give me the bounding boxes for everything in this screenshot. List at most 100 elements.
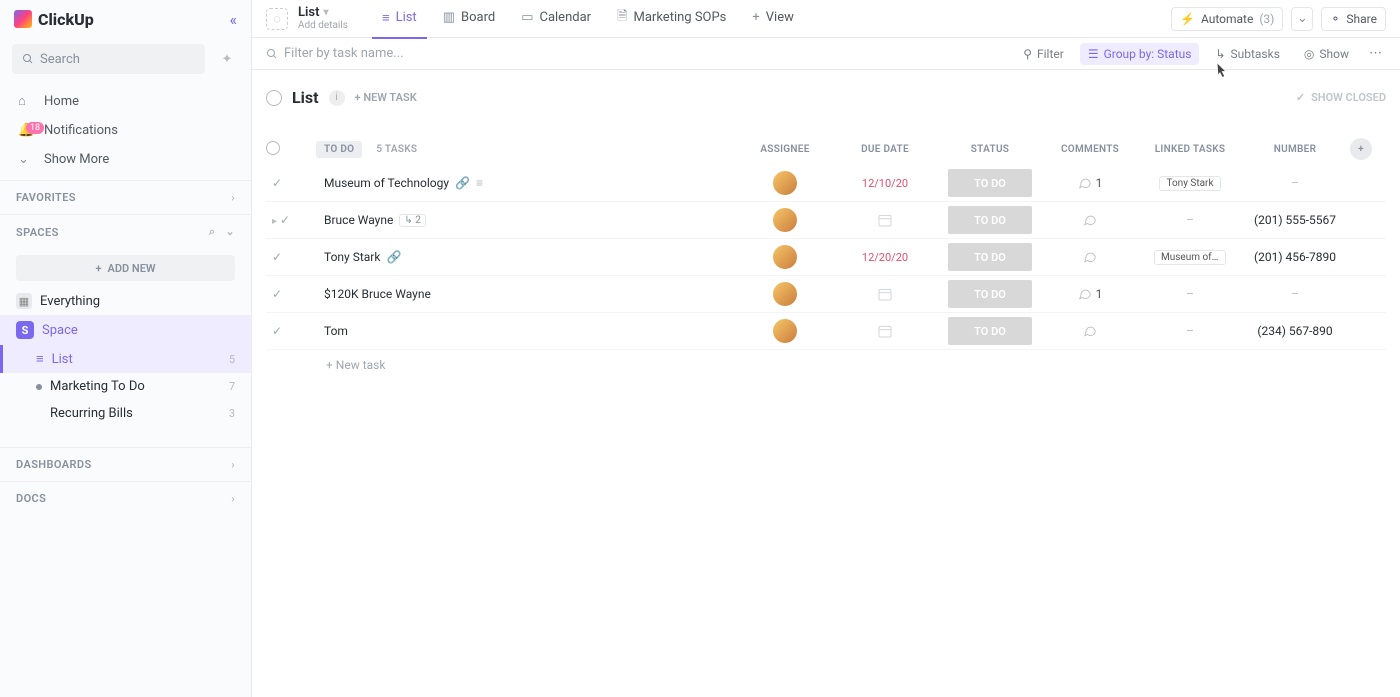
show-button[interactable]: ◎ Show [1296, 43, 1357, 65]
add-column-button[interactable]: + [1350, 138, 1372, 160]
comments-cell[interactable]: 1 [1078, 287, 1103, 301]
col-linked[interactable]: LINKED TASKS [1140, 140, 1240, 159]
group-header: List i + NEW TASK ✓ SHOW CLOSED [266, 88, 1386, 107]
task-table: TO DO 5 TASKS ASSIGNEE DUE DATE STATUS C… [266, 133, 1386, 372]
collapse-sidebar-button[interactable]: « [229, 10, 237, 29]
due-date-empty[interactable] [877, 212, 893, 228]
link-icon[interactable]: 🔗 [455, 176, 470, 190]
task-name: Tom [312, 324, 348, 338]
col-duedate[interactable]: DUE DATE [830, 140, 940, 159]
check-icon[interactable]: ✓ [272, 324, 282, 338]
table-row[interactable]: ✓TomTO DO–(234) 567-890 [266, 313, 1386, 350]
linked-tag[interactable]: Tony Stark [1159, 176, 1220, 191]
linked-tag[interactable]: Museum of ... [1154, 250, 1226, 265]
filter-button[interactable]: ⚲ Filter [1015, 43, 1072, 65]
tab-marketing-sops[interactable]: 🗎 Marketing SOPs [607, 0, 736, 39]
link-icon[interactable]: 🔗 [386, 250, 401, 264]
page-title[interactable]: List ▾ [298, 6, 348, 20]
number-cell: (201) 456-7890 [1254, 250, 1336, 264]
dashboards-label: DASHBOARDS [16, 458, 92, 471]
show-closed-button[interactable]: ✓ SHOW CLOSED [1296, 91, 1386, 104]
collapse-group-icon[interactable] [266, 90, 282, 106]
list-item-marketing[interactable]: Marketing To Do 7 [0, 373, 251, 400]
status-cell[interactable]: TO DO [948, 206, 1032, 234]
description-icon[interactable]: ≡ [476, 176, 483, 190]
due-date[interactable]: 12/10/20 [862, 177, 908, 190]
list-label-2: Recurring Bills [50, 406, 221, 421]
filter-input[interactable]: Filter by task name... [266, 46, 1007, 61]
col-number[interactable]: NUMBER [1240, 140, 1350, 159]
check-icon[interactable]: ✓ [280, 213, 290, 227]
brand-logo[interactable]: ClickUp [14, 10, 94, 29]
tab-list[interactable]: ≡ List [372, 0, 427, 39]
search-spaces-icon[interactable]: ⌕ [209, 225, 216, 239]
status-cell[interactable]: TO DO [948, 280, 1032, 308]
everything-item[interactable]: ▦ Everything [0, 287, 251, 315]
col-comments[interactable]: COMMENTS [1040, 140, 1140, 159]
list-item-recurring[interactable]: Recurring Bills 3 [0, 400, 251, 427]
status-group-label[interactable]: TO DO [316, 141, 362, 158]
avatar[interactable] [773, 282, 797, 306]
list-item-list[interactable]: ≡ List 5 [0, 345, 251, 373]
eye-icon: ◎ [1304, 47, 1314, 61]
favorites-section[interactable]: FAVORITES › [0, 180, 251, 214]
comments-cell[interactable] [1083, 213, 1097, 227]
table-row[interactable]: ✓Museum of Technology 🔗 ≡12/10/20TO DO1T… [266, 165, 1386, 202]
main-area: ◌ List ▾ Add details ≡ List ▥ Board ▭ [252, 0, 1400, 697]
automate-dropdown[interactable]: ⌄ [1291, 7, 1313, 31]
table-row[interactable]: ✓$120K Bruce WayneTO DO1–– [266, 276, 1386, 313]
search-input[interactable]: Search [12, 44, 205, 74]
add-new-button[interactable]: + ADD NEW [16, 255, 235, 281]
avatar[interactable] [773, 171, 797, 195]
list-count-1: 7 [229, 380, 235, 393]
table-row[interactable]: ▸ ✓Bruce Wayne ↳ 2TO DO–(201) 555-5567 [266, 202, 1386, 239]
subtitle-text[interactable]: Add details [298, 20, 348, 31]
col-assignee[interactable]: ASSIGNEE [740, 140, 830, 159]
status-cell[interactable]: TO DO [948, 317, 1032, 345]
spaces-label: SPACES [16, 226, 59, 239]
info-icon[interactable]: i [329, 90, 345, 106]
list-status-icon[interactable]: ◌ [266, 8, 288, 30]
check-icon[interactable]: ✓ [272, 176, 282, 190]
expand-icon[interactable]: ▸ [272, 216, 277, 227]
tab-add-view[interactable]: + View [742, 0, 804, 39]
due-date[interactable]: 12/20/20 [862, 251, 908, 264]
bolt-icon: ⚡ [1180, 12, 1195, 26]
docs-label: DOCS [16, 492, 46, 505]
status-cell[interactable]: TO DO [948, 243, 1032, 271]
due-date-empty[interactable] [877, 323, 893, 339]
chevron-down-icon[interactable]: ⌄ [225, 225, 235, 239]
automate-button[interactable]: ⚡ Automate (3) [1171, 7, 1283, 31]
docs-section[interactable]: DOCS › [0, 481, 251, 515]
table-row[interactable]: ✓Tony Stark 🔗12/20/20TO DOMuseum of ...(… [266, 239, 1386, 276]
avatar[interactable] [773, 245, 797, 269]
space-item[interactable]: S Space [0, 315, 251, 345]
select-all[interactable] [266, 141, 280, 155]
new-task-row[interactable]: + New task [266, 350, 1386, 372]
nav-notifications[interactable]: 🔔 18 Notifications [0, 116, 251, 145]
new-task-button[interactable]: + NEW TASK [355, 91, 417, 104]
nav-show-more[interactable]: ⌄ Show More [0, 145, 251, 174]
subtasks-button[interactable]: ↳ Subtasks [1207, 43, 1287, 65]
avatar[interactable] [773, 319, 797, 343]
status-cell[interactable]: TO DO [948, 169, 1032, 197]
linked-empty: – [1186, 213, 1194, 227]
check-icon[interactable]: ✓ [272, 287, 282, 301]
dashboards-section[interactable]: DASHBOARDS › [0, 447, 251, 481]
more-button[interactable]: ⋯ [1365, 46, 1386, 61]
due-date-empty[interactable] [877, 286, 893, 302]
comments-cell[interactable]: 1 [1078, 176, 1103, 190]
groupby-button[interactable]: ☰ Group by: Status [1080, 43, 1200, 65]
tab-calendar[interactable]: ▭ Calendar [511, 0, 601, 39]
share-button[interactable]: ⚬ Share [1321, 7, 1386, 31]
check-icon[interactable]: ✓ [272, 250, 282, 264]
nav-show-more-label: Show More [44, 152, 109, 167]
nav-home[interactable]: ⌂ Home [0, 86, 251, 116]
comments-cell[interactable] [1083, 250, 1097, 264]
avatar[interactable] [773, 208, 797, 232]
comments-cell[interactable] [1083, 324, 1097, 338]
ai-icon[interactable]: ✦ [215, 47, 239, 71]
subtasks-badge[interactable]: ↳ 2 [399, 214, 425, 227]
tab-board[interactable]: ▥ Board [433, 0, 506, 39]
col-status[interactable]: STATUS [940, 140, 1040, 159]
